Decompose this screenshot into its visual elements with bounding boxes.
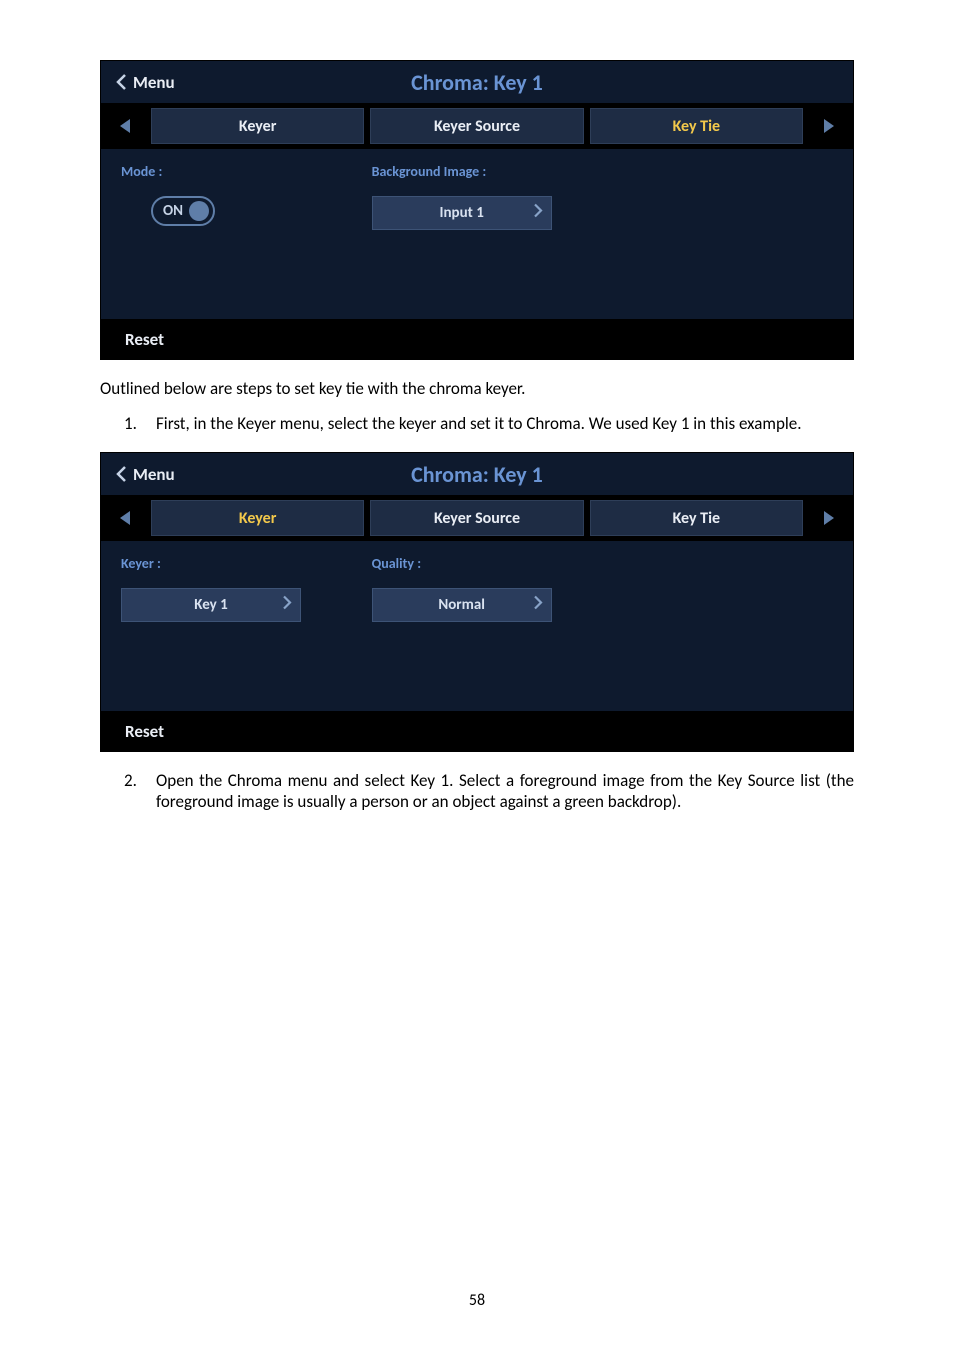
empty-column — [602, 541, 853, 711]
back-label: Menu — [133, 464, 175, 485]
background-image-column: Background Image : Input 1 — [352, 149, 603, 319]
reset-label: Reset — [125, 329, 164, 350]
chevron-left-icon — [115, 465, 127, 483]
tab-key-tie[interactable]: Key Tie — [590, 500, 803, 536]
tab-row: Keyer Keyer Source Key Tie — [101, 495, 853, 541]
tab-keyer[interactable]: Keyer — [151, 500, 364, 536]
triangle-left-icon — [118, 117, 132, 135]
quality-selector[interactable]: Normal — [372, 588, 552, 622]
page-number: 58 — [0, 1291, 954, 1310]
background-image-label: Background Image : — [372, 163, 583, 180]
tab-next-arrow[interactable] — [809, 495, 849, 541]
keyer-selector[interactable]: Key 1 — [121, 588, 301, 622]
back-button[interactable]: Menu — [101, 464, 175, 485]
chevron-right-icon — [533, 203, 543, 224]
tab-row: Keyer Keyer Source Key Tie — [101, 103, 853, 149]
step-1-text: First, in the Keyer menu, select the key… — [156, 413, 802, 434]
toggle-knob — [189, 201, 209, 221]
mode-label: Mode : — [121, 163, 332, 180]
empty-column — [602, 149, 853, 319]
panel-title: Chroma: Key 1 — [101, 69, 853, 96]
reset-button[interactable]: Reset — [101, 319, 853, 359]
chroma-panel-keytie: Menu Chroma: Key 1 Keyer Keyer Source Ke… — [100, 60, 854, 360]
reset-label: Reset — [125, 721, 164, 742]
triangle-right-icon — [822, 117, 836, 135]
step-2-number: 2. — [124, 770, 142, 812]
quality-value: Normal — [438, 596, 485, 614]
background-image-value: Input 1 — [439, 204, 483, 222]
keyer-value: Key 1 — [194, 596, 227, 614]
keyer-column: Keyer : Key 1 — [101, 541, 352, 711]
chevron-right-icon — [533, 595, 543, 616]
toggle-text: ON — [163, 202, 183, 220]
tab-keyer[interactable]: Keyer — [151, 108, 364, 144]
panel-title: Chroma: Key 1 — [101, 461, 853, 488]
back-button[interactable]: Menu — [101, 72, 175, 93]
params-area: Mode : ON Background Image : Input 1 — [101, 149, 853, 319]
step-2-text: Open the Chroma menu and select Key 1. S… — [156, 770, 854, 812]
panel-header: Menu Chroma: Key 1 — [101, 61, 853, 103]
tab-prev-arrow[interactable] — [105, 495, 145, 541]
tab-keyer-source[interactable]: Keyer Source — [370, 500, 583, 536]
tab-key-tie[interactable]: Key Tie — [590, 108, 803, 144]
keyer-label: Keyer : — [121, 555, 332, 572]
triangle-left-icon — [118, 509, 132, 527]
tab-keyer-source[interactable]: Keyer Source — [370, 108, 583, 144]
quality-label: Quality : — [372, 555, 583, 572]
panel-header: Menu Chroma: Key 1 — [101, 453, 853, 495]
intro-paragraph: Outlined below are steps to set key tie … — [100, 378, 854, 399]
mode-toggle[interactable]: ON — [151, 196, 215, 226]
mode-column: Mode : ON — [101, 149, 352, 319]
background-image-selector[interactable]: Input 1 — [372, 196, 552, 230]
back-label: Menu — [133, 72, 175, 93]
quality-column: Quality : Normal — [352, 541, 603, 711]
chevron-left-icon — [115, 73, 127, 91]
step-1: 1. First, in the Keyer menu, select the … — [124, 413, 854, 434]
tab-prev-arrow[interactable] — [105, 103, 145, 149]
params-area: Keyer : Key 1 Quality : Normal — [101, 541, 853, 711]
step-1-number: 1. — [124, 413, 142, 434]
reset-button[interactable]: Reset — [101, 711, 853, 751]
chevron-right-icon — [282, 595, 292, 616]
chroma-panel-keyer: Menu Chroma: Key 1 Keyer Keyer Source Ke… — [100, 452, 854, 752]
step-2: 2. Open the Chroma menu and select Key 1… — [124, 770, 854, 812]
tab-next-arrow[interactable] — [809, 103, 849, 149]
triangle-right-icon — [822, 509, 836, 527]
